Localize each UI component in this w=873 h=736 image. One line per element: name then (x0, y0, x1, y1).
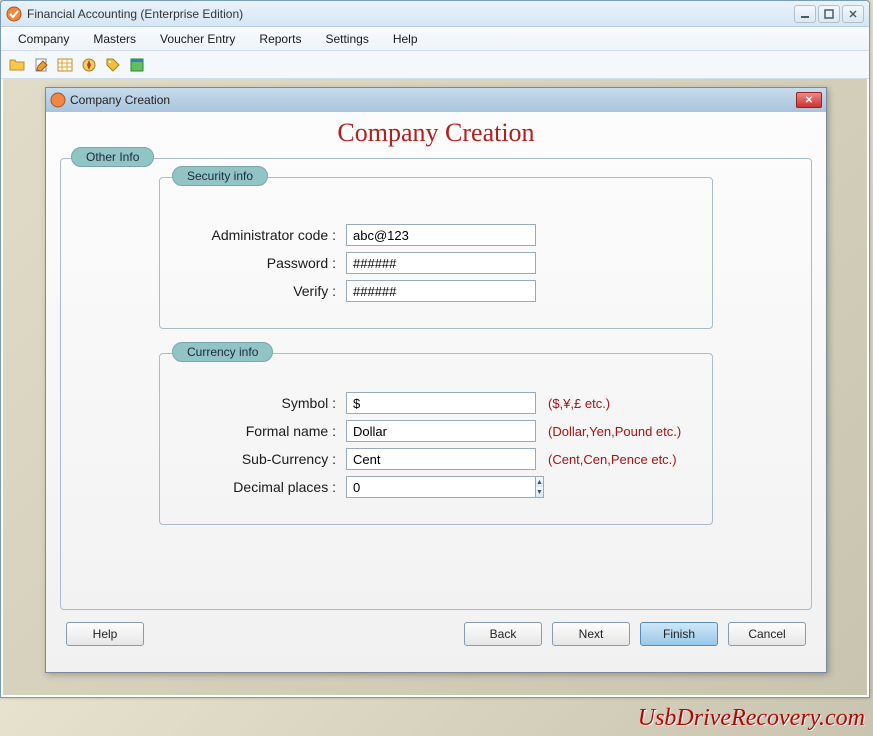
titlebar: Financial Accounting (Enterprise Edition… (1, 1, 869, 27)
cancel-button[interactable]: Cancel (728, 622, 806, 646)
menu-voucher-entry[interactable]: Voucher Entry (148, 29, 247, 49)
minimize-button[interactable] (794, 5, 816, 23)
compass-icon[interactable] (79, 55, 99, 75)
other-info-group: Other Info Security info Administrator c… (60, 158, 812, 610)
other-info-legend: Other Info (71, 147, 154, 167)
currency-info-group: Currency info Symbol : ($,¥,£ etc.) Form… (159, 353, 713, 525)
spinner-up-icon[interactable]: ▲ (536, 477, 543, 487)
formal-name-label: Formal name : (176, 423, 346, 439)
app-title: Financial Accounting (Enterprise Edition… (27, 7, 794, 21)
tag-icon[interactable] (103, 55, 123, 75)
menu-company[interactable]: Company (6, 29, 81, 49)
next-button[interactable]: Next (552, 622, 630, 646)
menubar: Company Masters Voucher Entry Reports Se… (1, 27, 869, 51)
edit-icon[interactable] (31, 55, 51, 75)
spinner-down-icon[interactable]: ▼ (536, 487, 543, 497)
window-controls (794, 5, 864, 23)
decimal-places-input[interactable] (346, 476, 535, 498)
help-button[interactable]: Help (66, 622, 144, 646)
maximize-button[interactable] (818, 5, 840, 23)
company-creation-dialog: Company Creation ✕ Company Creation Othe… (45, 87, 827, 673)
decimal-places-spinner[interactable]: ▲ ▼ (346, 476, 536, 498)
formal-name-hint: (Dollar,Yen,Pound etc.) (548, 424, 681, 439)
symbol-label: Symbol : (176, 395, 346, 411)
table-icon[interactable] (55, 55, 75, 75)
sub-currency-label: Sub-Currency : (176, 451, 346, 467)
formal-name-input[interactable] (346, 420, 536, 442)
dialog-title: Company Creation (70, 93, 796, 107)
menu-help[interactable]: Help (381, 29, 430, 49)
dialog-titlebar: Company Creation ✕ (46, 88, 826, 112)
dialog-button-row: Help Back Next Finish Cancel (60, 622, 812, 646)
mdi-area: Company Creation ✕ Company Creation Othe… (3, 79, 867, 695)
folder-icon[interactable] (7, 55, 27, 75)
verify-label: Verify : (176, 283, 346, 299)
security-info-group: Security info Administrator code : Passw… (159, 177, 713, 329)
menu-masters[interactable]: Masters (81, 29, 148, 49)
currency-legend: Currency info (172, 342, 273, 362)
symbol-hint: ($,¥,£ etc.) (548, 396, 610, 411)
dialog-close-button[interactable]: ✕ (796, 92, 822, 108)
menu-reports[interactable]: Reports (247, 29, 313, 49)
watermark: UsbDriveRecovery.com (638, 705, 865, 732)
security-legend: Security info (172, 166, 268, 186)
password-label: Password : (176, 255, 346, 271)
sub-currency-input[interactable] (346, 448, 536, 470)
app-window: Financial Accounting (Enterprise Edition… (0, 0, 870, 698)
decimal-places-label: Decimal places : (176, 479, 346, 495)
dialog-body: Company Creation Other Info Security inf… (46, 112, 826, 660)
app-icon (6, 6, 22, 22)
admin-code-input[interactable] (346, 224, 536, 246)
dialog-icon (50, 92, 66, 108)
menu-settings[interactable]: Settings (313, 29, 380, 49)
toolbar (1, 51, 869, 79)
back-button[interactable]: Back (464, 622, 542, 646)
window-icon[interactable] (127, 55, 147, 75)
verify-input[interactable] (346, 280, 536, 302)
dialog-heading: Company Creation (60, 118, 812, 148)
symbol-input[interactable] (346, 392, 536, 414)
password-input[interactable] (346, 252, 536, 274)
sub-currency-hint: (Cent,Cen,Pence etc.) (548, 452, 677, 467)
close-button[interactable] (842, 5, 864, 23)
admin-code-label: Administrator code : (176, 227, 346, 243)
finish-button[interactable]: Finish (640, 622, 718, 646)
